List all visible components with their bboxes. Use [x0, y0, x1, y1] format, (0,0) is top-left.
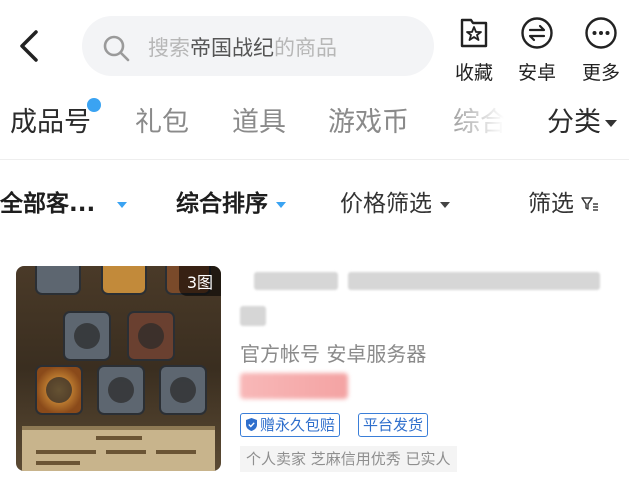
tab-game-currency[interactable]: 游戏币 — [328, 100, 409, 139]
tab-finished-account[interactable]: 成品号 — [10, 98, 101, 139]
category-dropdown[interactable]: 分类 — [539, 100, 617, 139]
tab-items[interactable]: 道具 — [232, 100, 286, 139]
chevron-down-icon — [605, 120, 617, 127]
search-icon — [103, 35, 130, 62]
redacted-price — [240, 373, 348, 399]
image-count-badge: 3图 — [178, 266, 221, 296]
redacted-title-part — [240, 306, 266, 326]
more-button[interactable]: 更多 — [573, 16, 629, 85]
listing-thumbnail[interactable]: 3图 — [16, 266, 221, 471]
search-bar[interactable]: 搜索帝国战纪的商品 — [82, 16, 434, 76]
category-tabs: 成品号 礼包 道具 游戏币 综合 分类 — [0, 92, 629, 158]
seller-info: 个人卖家 芝麻信用优秀 已实人 — [240, 446, 457, 472]
divider — [0, 159, 629, 160]
filter-all-clients[interactable]: 全部客... — [0, 184, 128, 218]
dropdown-arrow-icon — [117, 201, 128, 208]
more-dots-icon — [585, 17, 617, 49]
favorite-button[interactable]: 收藏 — [446, 16, 502, 85]
back-arrow-icon[interactable] — [12, 26, 46, 66]
game-screenshot-image — [16, 266, 221, 471]
tag-platform-delivery: 平台发货 — [358, 413, 429, 437]
tag-permanent-compensation: 赠永久包赔 — [240, 413, 341, 437]
redacted-title-part — [348, 272, 600, 290]
top-bar: 搜索帝国战纪的商品 收藏 安卓 更多 — [0, 0, 629, 92]
tab-gift-pack[interactable]: 礼包 — [135, 100, 189, 139]
listing-meta: 官方帐号 安卓服务器 — [240, 342, 427, 366]
android-label: 安卓 — [517, 62, 556, 84]
filter-button[interactable]: 筛选 — [528, 184, 599, 218]
android-button[interactable]: 安卓 — [509, 16, 565, 85]
filter-sort[interactable]: 综合排序 — [176, 184, 286, 218]
android-swap-icon — [521, 17, 553, 49]
notification-dot — [87, 98, 101, 112]
filter-price[interactable]: 价格筛选 — [340, 184, 450, 218]
tab-fade-overlay — [440, 92, 520, 152]
redacted-title-part — [254, 272, 338, 290]
dropdown-arrow-icon — [440, 201, 450, 208]
shield-icon — [246, 418, 257, 431]
more-label: 更多 — [581, 62, 620, 84]
dropdown-arrow-icon — [276, 201, 286, 208]
filter-funnel-icon — [581, 197, 599, 211]
search-placeholder: 搜索帝国战纪的商品 — [148, 36, 337, 60]
favorite-label: 收藏 — [454, 62, 493, 84]
favorite-star-icon — [460, 18, 488, 48]
